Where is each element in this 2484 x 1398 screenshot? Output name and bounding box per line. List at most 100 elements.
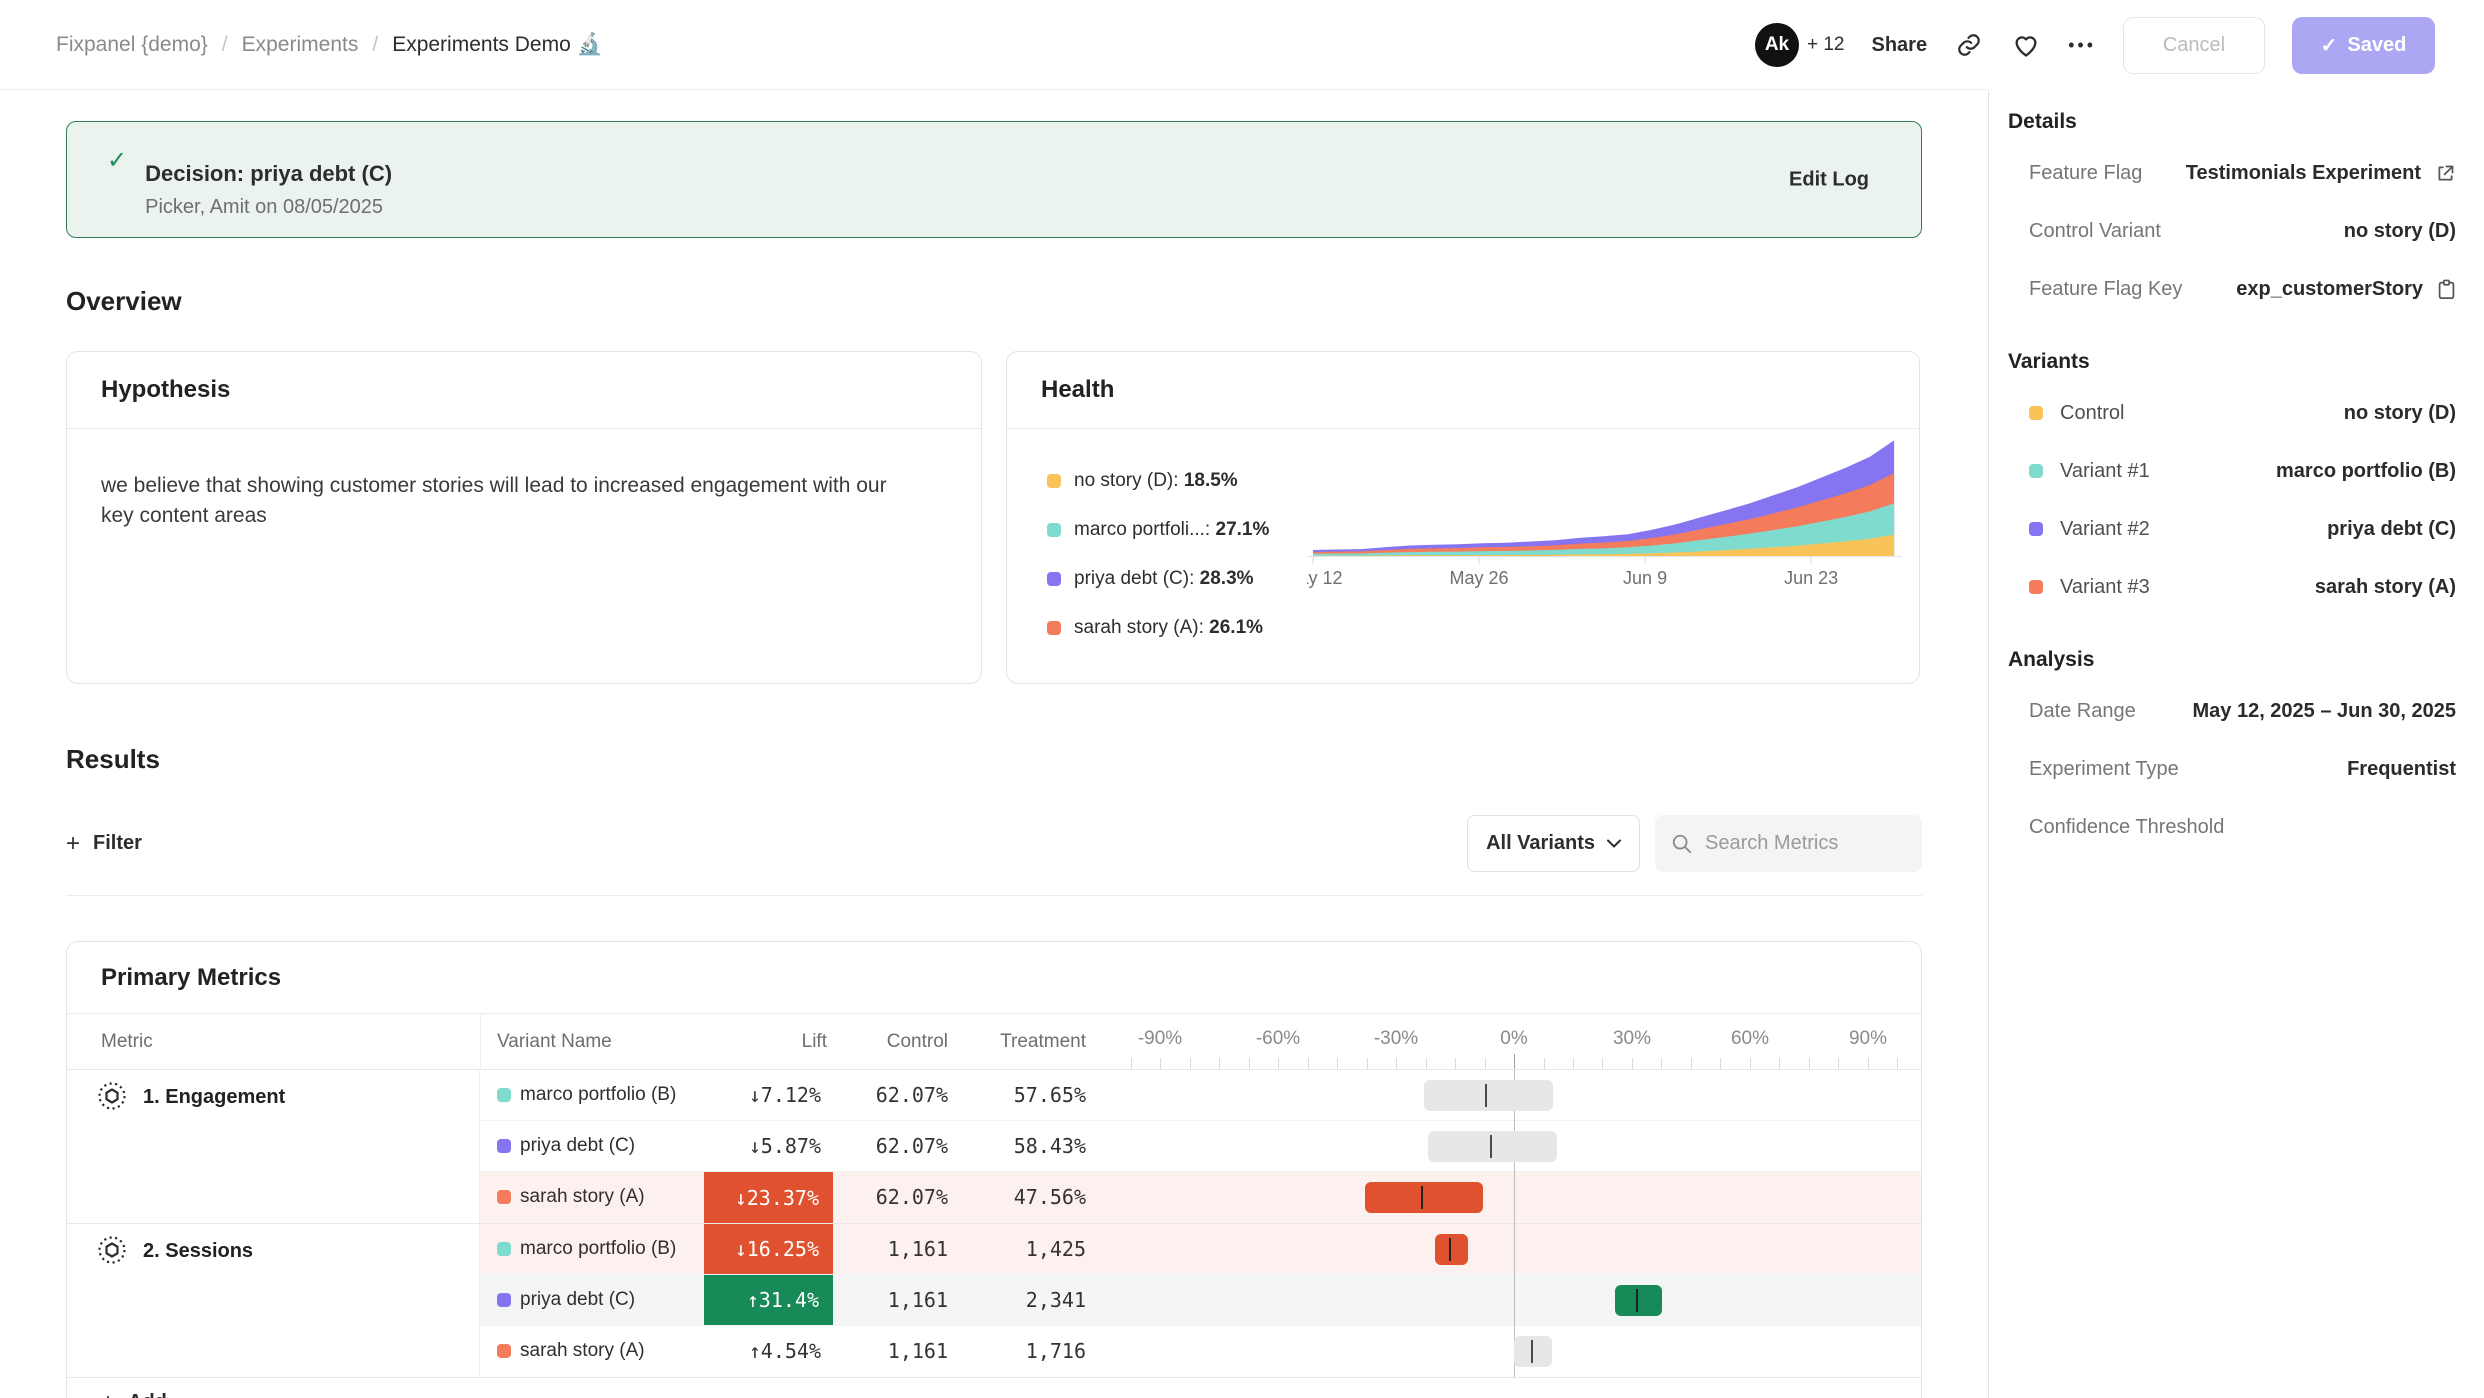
results-heading: Results: [66, 744, 1988, 775]
svg-text:Jun 9: Jun 9: [1623, 568, 1667, 588]
share-button[interactable]: Share: [1872, 34, 1928, 57]
plus-icon: +: [66, 830, 80, 858]
metrics-search[interactable]: [1655, 815, 1922, 872]
confidence-interval-bar: [1428, 1131, 1557, 1162]
lift-value: ↓7.12%: [660, 1083, 821, 1107]
variant-swatch: [497, 1139, 511, 1153]
decision-banner: ✓ Decision: priya debt (C) Picker, Amit …: [66, 121, 1922, 238]
variant-name: marco portfolio (B): [520, 1238, 676, 1260]
variants-rows: Controlno story (D) Variant #1 marco portf…: [2008, 384, 2456, 616]
legend-item: priya debt (C): 28.3%: [1047, 568, 1269, 590]
axis-label: 60%: [1705, 1028, 1795, 1050]
analysis-heading: Analysis: [2008, 648, 2456, 672]
chevron-down-icon: [1607, 839, 1621, 848]
hypothesis-card: Hypothesis we believe that showing custo…: [66, 351, 982, 684]
filter-label: Filter: [93, 832, 142, 855]
analysis-value: Frequentist: [2347, 758, 2456, 781]
more-menu-button[interactable]: •••: [2068, 35, 2096, 56]
legend-label: marco portfoli...: 27.1%: [1074, 519, 1269, 541]
variants-dropdown-value: All Variants: [1486, 832, 1595, 855]
control-value: 62.07%: [833, 1185, 948, 1209]
cancel-button[interactable]: Cancel: [2123, 17, 2265, 74]
variant-row[interactable]: priya debt (C)↑31.4%1,1612,341: [480, 1275, 1921, 1326]
details-row: Feature FlagTestimonials Experiment: [2008, 144, 2456, 202]
control-value: 62.07%: [833, 1134, 948, 1158]
health-area-chart: May 12May 26Jun 9Jun 23: [1307, 435, 1902, 600]
analysis-row: Date RangeMay 12, 2025 – Jun 30, 2025: [2008, 682, 2456, 740]
health-title: Health: [1007, 352, 1919, 429]
legend-label: priya debt (C): 28.3%: [1074, 568, 1254, 590]
top-bar: Fixpanel {demo}/Experiments/Experiments …: [0, 0, 2484, 90]
edit-log-button[interactable]: Edit Log: [1789, 168, 1869, 191]
svg-text:May 12: May 12: [1307, 568, 1343, 588]
avatar[interactable]: Ak: [1755, 23, 1799, 67]
variant-row[interactable]: marco portfolio (B)↓7.12%62.07%57.65%: [480, 1070, 1921, 1121]
primary-metrics-card: Primary Metrics MetricVariant NameLiftCo…: [66, 941, 1922, 1398]
details-heading: Details: [2008, 110, 2456, 134]
legend-swatch: [1047, 572, 1061, 586]
legend-label: no story (D): 18.5%: [1074, 470, 1238, 492]
details-row: Feature Flag Keyexp_customerStory: [2008, 260, 2456, 318]
variant-value: marco portfolio (B): [2276, 460, 2456, 483]
search-metrics-input[interactable]: [1705, 832, 1895, 855]
variant-value: no story (D): [2344, 402, 2456, 425]
variants-dropdown[interactable]: All Variants: [1467, 815, 1640, 872]
confidence-interval-bar: [1365, 1182, 1483, 1213]
external-link-icon[interactable]: [2435, 163, 2456, 184]
treatment-value: 58.43%: [948, 1134, 1086, 1158]
lift-value: ↓5.87%: [660, 1134, 821, 1158]
collaborators[interactable]: Ak + 12: [1755, 23, 1845, 67]
analysis-rows: Date RangeMay 12, 2025 – Jun 30, 2025Exp…: [2008, 682, 2456, 856]
axis-label: -30%: [1351, 1028, 1441, 1050]
search-icon: [1671, 833, 1693, 855]
axis-label: -90%: [1115, 1028, 1205, 1050]
treatment-value: 47.56%: [948, 1185, 1086, 1209]
metrics-table-body: 1. Engagementmarco portfolio (B)↓7.12%62…: [67, 1070, 1921, 1377]
variant-assignment-row: Controlno story (D): [2008, 384, 2456, 442]
column-header: Metric: [101, 1031, 153, 1053]
add-metric-button[interactable]: + Add: [67, 1377, 1921, 1398]
lift-mean-tick: [1485, 1084, 1487, 1107]
variant-color-swatch: [2029, 406, 2043, 420]
variant-value: sarah story (A): [2315, 576, 2456, 599]
breadcrumb-item[interactable]: Experiments: [242, 33, 359, 57]
main-content: ✓ Decision: priya debt (C) Picker, Amit …: [0, 90, 1988, 1398]
analysis-value: May 12, 2025 – Jun 30, 2025: [2192, 700, 2456, 723]
variant-color-swatch: [2029, 522, 2043, 536]
control-value: 1,161: [833, 1237, 948, 1261]
variant-row[interactable]: sarah story (A)↑4.54%1,1611,716: [480, 1326, 1921, 1377]
variants-heading: Variants: [2008, 350, 2456, 374]
add-filter-button[interactable]: + Filter: [66, 830, 142, 858]
analysis-row: Confidence Threshold: [2008, 798, 2456, 856]
legend-swatch: [1047, 523, 1061, 537]
saved-check-icon: ✓: [2321, 33, 2338, 58]
detail-value: no story (D): [2344, 220, 2456, 243]
favorite-heart-icon[interactable]: [2011, 30, 2041, 60]
top-actions: Ak + 12 Share ••• Cancel ✓ Saved: [1755, 0, 2435, 90]
breadcrumb: Fixpanel {demo}/Experiments/Experiments …: [0, 33, 603, 57]
analysis-label: Experiment Type: [2029, 758, 2179, 781]
metric-cell[interactable]: 1. Engagement: [67, 1070, 480, 1223]
column-header: Variant Name: [497, 1031, 612, 1053]
copy-icon[interactable]: [2437, 279, 2456, 300]
variant-row[interactable]: priya debt (C) ↓5.87% 62.07%58.43%: [480, 1121, 1921, 1172]
copy-link-icon[interactable]: [1954, 30, 1984, 60]
analysis-row: Experiment Type Frequentist: [2008, 740, 2456, 798]
results-divider: [66, 895, 1922, 896]
treatment-value: 2,341: [948, 1288, 1086, 1312]
variant-name: sarah story (A): [520, 1186, 645, 1208]
legend-swatch: [1047, 621, 1061, 635]
breadcrumb-item[interactable]: Fixpanel {demo}: [56, 33, 208, 57]
variant-swatch: [497, 1344, 511, 1358]
variant-assignment-row: Variant #2priya debt (C): [2008, 500, 2456, 558]
saved-button[interactable]: ✓ Saved: [2292, 17, 2435, 74]
svg-text:Jun 23: Jun 23: [1784, 568, 1838, 588]
variant-row[interactable]: marco portfolio (B)↓16.25%1,1611,425: [480, 1224, 1921, 1275]
variant-row[interactable]: sarah story (A)↓23.37%62.07%47.56%: [480, 1172, 1921, 1223]
variant-slot-label: Variant #1: [2060, 460, 2150, 483]
variant-name: priya debt (C): [520, 1135, 635, 1157]
variant-color-swatch: [2029, 464, 2043, 478]
control-value: 1,161: [833, 1339, 948, 1363]
axis-label: -60%: [1233, 1028, 1323, 1050]
metric-cell[interactable]: 2. Sessions: [67, 1224, 480, 1377]
